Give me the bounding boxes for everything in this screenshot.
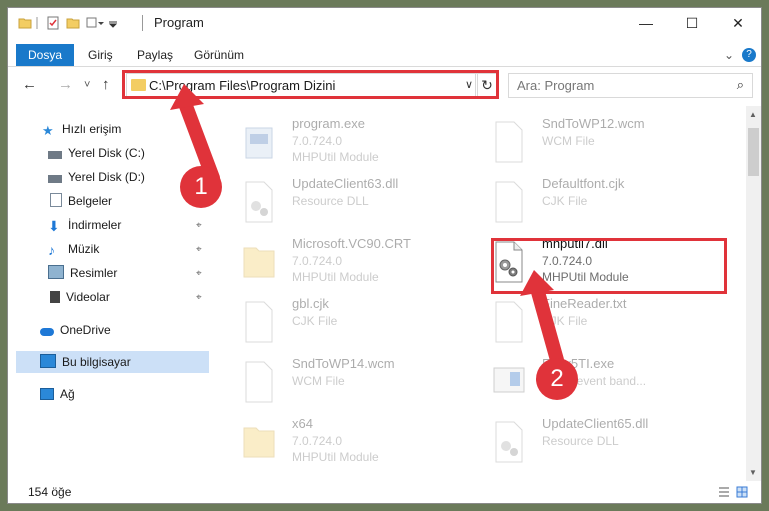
step-badge-2: 2 [536,358,578,400]
annotation-arrows [170,84,564,367]
step-badge-1: 1 [180,166,222,208]
